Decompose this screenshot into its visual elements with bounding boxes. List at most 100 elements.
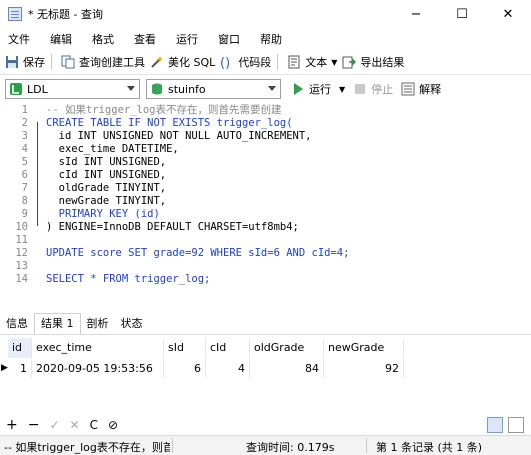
code-snippet-label: 代码段 — [238, 56, 272, 69]
code-line: SELECT * FROM trigger_log; — [46, 273, 211, 285]
menu-view[interactable]: 查看 — [126, 31, 168, 47]
status-message: -- 如果trigger_log表不存在，则首先 — [4, 441, 170, 454]
code-line: PRIMARY KEY (id) — [46, 208, 160, 220]
tab-info[interactable]: 信息 — [0, 314, 34, 334]
discard-changes-button[interactable]: ✕ — [70, 418, 80, 432]
column-header[interactable]: exec_time — [32, 338, 164, 358]
status-bar: -- 如果trigger_log表不存在，则首先 查询时间: 0.179s 第 … — [0, 435, 531, 455]
table-cell[interactable]: 2020-09-05 19:53:56 — [32, 359, 164, 378]
line-number: 13 — [15, 260, 28, 272]
beautify-icon — [151, 56, 163, 68]
svg-text:(): () — [220, 56, 230, 69]
code-line: sId INT UNSIGNED, — [46, 156, 167, 168]
explain-button[interactable]: 解释 — [401, 79, 441, 99]
code-snippet-button[interactable]: () 代码段 — [220, 52, 271, 72]
export-icon — [342, 56, 357, 69]
stop-fetch-button[interactable]: ⊘ — [108, 418, 118, 432]
close-button[interactable]: ✕ — [485, 0, 531, 28]
toolbar-divider — [51, 54, 52, 70]
save-button[interactable]: 保存 — [5, 52, 45, 72]
tab-status[interactable]: 状态 — [115, 314, 149, 334]
status-divider — [172, 438, 173, 453]
toolbar-divider — [277, 54, 279, 70]
title-bar: * 无标题 - 查询 − ☐ ✕ — [0, 0, 531, 28]
explain-icon — [401, 82, 415, 96]
window-title: * 无标题 - 查询 — [28, 8, 103, 21]
text-label: 文本 — [305, 56, 328, 69]
grid-controls: + − ✓ ✕ C ⊘ — [0, 415, 531, 435]
add-record-button[interactable]: + — [6, 417, 18, 433]
line-number: 7 — [21, 182, 28, 194]
menu-file[interactable]: 文件 — [0, 31, 42, 47]
row-pointer-icon: ▶ — [1, 363, 8, 373]
menu-bar: 文件 编辑 格式 查看 运行 窗口 帮助 — [0, 29, 531, 49]
line-number: 6 — [21, 169, 28, 181]
code-line: exec_time DATETIME, — [46, 143, 179, 155]
chevron-down-icon — [268, 86, 276, 91]
tab-result-1[interactable]: 结果 1 — [34, 313, 81, 334]
database-icon — [152, 83, 162, 95]
beautify-sql-button[interactable]: 美化 SQL — [150, 52, 215, 72]
export-result-button[interactable]: 导出结果 — [342, 52, 404, 72]
run-label: 运行 — [309, 83, 331, 96]
table-cell[interactable]: 1 — [8, 359, 32, 378]
database-name: stuinfo — [168, 82, 206, 96]
connection-icon — [10, 83, 22, 95]
table-cell[interactable]: 6 — [164, 359, 206, 378]
tab-profile[interactable]: 剖析 — [81, 314, 115, 334]
connection-select[interactable]: LDL — [5, 79, 140, 99]
code-snippet-icon: () — [220, 56, 230, 69]
column-header[interactable]: id — [8, 338, 32, 358]
stop-label: 停止 — [371, 83, 394, 96]
line-number: 11 — [15, 234, 28, 246]
column-header[interactable]: oldGrade — [250, 338, 324, 358]
stop-icon — [355, 84, 366, 94]
chevron-down-icon[interactable]: ▼ — [331, 58, 337, 67]
run-button[interactable]: 运行 ▼ — [291, 79, 345, 99]
grid-view-icon[interactable] — [487, 417, 503, 433]
code-line: cId INT UNSIGNED, — [46, 169, 167, 181]
fold-guide — [37, 122, 46, 226]
explain-label: 解释 — [419, 83, 442, 96]
line-number: 14 — [15, 273, 28, 285]
database-select[interactable]: stuinfo — [146, 79, 281, 99]
line-number: 9 — [21, 208, 28, 220]
query-builder-icon — [61, 55, 75, 69]
maximize-button[interactable]: ☐ — [439, 0, 485, 28]
refresh-button[interactable]: C — [90, 418, 98, 432]
minimize-button[interactable]: − — [393, 0, 439, 28]
line-number: 4 — [21, 143, 28, 155]
code-line: newGrade TINYINT, — [46, 195, 167, 207]
code-line: oldGrade TINYINT, — [46, 182, 167, 194]
stop-button[interactable]: 停止 — [353, 79, 393, 99]
delete-record-button[interactable]: − — [28, 417, 40, 433]
text-button[interactable]: 文本 ▼ — [287, 52, 337, 72]
query-builder-button[interactable]: 查询创建工具 — [61, 52, 145, 72]
beautify-sql-label: 美化 SQL — [168, 56, 216, 69]
line-number: 3 — [21, 130, 28, 142]
export-result-label: 导出结果 — [360, 56, 405, 69]
menu-window[interactable]: 窗口 — [210, 31, 252, 47]
line-number: 12 — [15, 247, 28, 259]
code-line: CREATE TABLE IF NOT EXISTS trigger_log( — [46, 117, 293, 129]
table-cell[interactable]: 4 — [206, 359, 250, 378]
code-line: UPDATE score SET grade=92 WHERE sId=6 AN… — [46, 247, 350, 259]
code-line: id INT UNSIGNED NOT NULL AUTO_INCREMENT, — [46, 130, 312, 142]
apply-changes-button[interactable]: ✓ — [49, 418, 59, 432]
line-number: 2 — [21, 117, 28, 129]
column-header[interactable]: cId — [206, 338, 250, 358]
main-toolbar: 保存 查询创建工具 美化 SQL () 代码段 文本 ▼ 导出结果 — [0, 50, 531, 75]
table-cell[interactable]: 84 — [250, 359, 324, 378]
menu-run[interactable]: 运行 — [168, 31, 210, 47]
table-cell[interactable]: 92 — [324, 359, 404, 378]
status-divider — [366, 438, 367, 453]
chevron-down-icon[interactable]: ▼ — [339, 85, 345, 94]
menu-format[interactable]: 格式 — [84, 31, 126, 47]
column-header[interactable]: sId — [164, 338, 206, 358]
column-header[interactable]: newGrade — [324, 338, 404, 358]
sql-editor[interactable]: 1 2 3 4 5 6 7 8 9 10 11 12 13 14 -- 如果tr… — [0, 102, 531, 312]
menu-edit[interactable]: 编辑 — [42, 31, 84, 47]
form-view-icon[interactable] — [508, 417, 524, 433]
code-line: -- 如果trigger_log表不存在，则首先需要创建 — [46, 104, 282, 116]
menu-help[interactable]: 帮助 — [252, 31, 294, 47]
